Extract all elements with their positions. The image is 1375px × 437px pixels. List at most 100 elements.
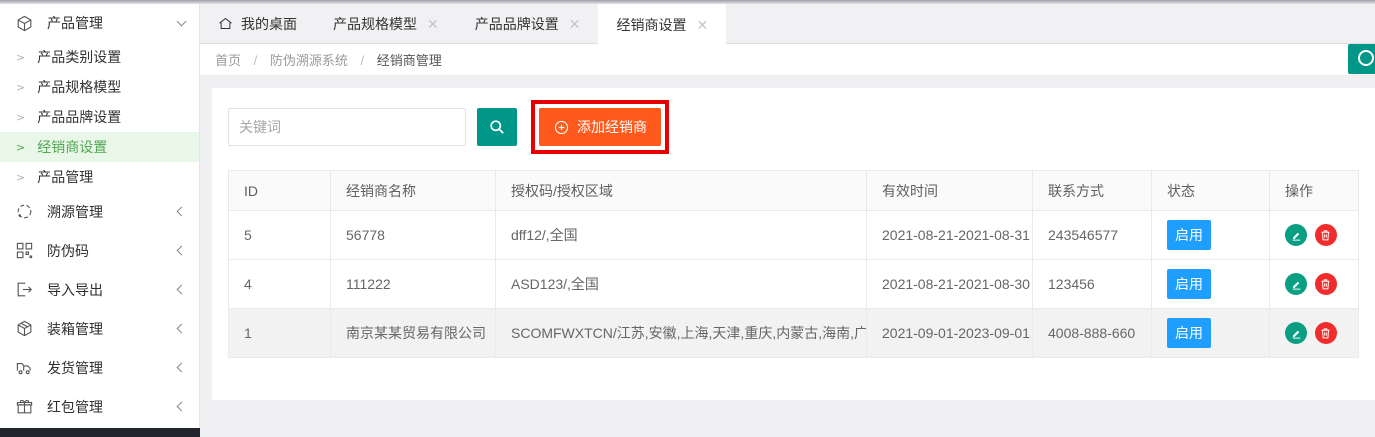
table-header-row: ID 经销商名称 授权码/授权区域 有效时间 联系方式 状态 操作 [229, 171, 1359, 211]
sidebar-subitem-label: 产品类别设置 [37, 47, 121, 67]
cell-dealer-name: 南京某某贸易有限公司 [331, 309, 496, 358]
sidebar-item-label: 导入导出 [47, 280, 178, 300]
sidebar-item-product-spec[interactable]: > 产品规格模型 [0, 72, 199, 102]
import-export-icon [14, 280, 34, 300]
cell-contact: 123456 [1033, 260, 1152, 309]
pencil-icon [1290, 278, 1303, 291]
close-icon[interactable]: ✕ [427, 17, 439, 31]
collapse-circle-button[interactable] [1348, 44, 1375, 74]
sidebar-item-redpacket-management[interactable]: 红包管理 [0, 387, 199, 426]
tab-label: 我的桌面 [241, 14, 297, 34]
gift-icon [14, 397, 34, 417]
search-input[interactable] [228, 108, 466, 146]
status-enable-button[interactable]: 启用 [1167, 269, 1211, 299]
breadcrumb-current: 经销商管理 [377, 53, 442, 68]
tab-my-desktop[interactable]: 我的桌面 [200, 4, 315, 43]
plus-circle-icon [553, 119, 570, 136]
package-icon [14, 13, 34, 33]
chevron-right-icon: > [16, 111, 25, 124]
table-row: 5 56778 dff12/,全国 2021-08-21-2021-08-31 … [229, 211, 1359, 260]
tab-product-brand[interactable]: 产品品牌设置 ✕ [457, 4, 599, 43]
pencil-icon [1290, 327, 1303, 340]
cell-auth: ASD123/,全国 [496, 260, 867, 309]
sidebar-subitem-label: 产品规格模型 [37, 77, 121, 97]
chevron-right-icon: > [16, 141, 25, 154]
breadcrumb-home[interactable]: 首页 [215, 53, 241, 68]
chevron-down-icon [177, 17, 187, 27]
chevron-left-icon [177, 207, 187, 217]
add-dealer-button[interactable]: 添加经销商 [539, 108, 661, 146]
sidebar-bottom-bar [0, 428, 200, 437]
circle-icon [1358, 50, 1374, 66]
sidebar-item-trace-management[interactable]: 溯源管理 [0, 192, 199, 231]
content-panel: 添加经销商 ID 经销商名称 授权码/授权区域 有效时间 联系方式 状态 操作 … [212, 88, 1375, 400]
search-button[interactable] [477, 108, 517, 146]
chevron-right-icon: > [16, 51, 25, 64]
trash-icon [1319, 229, 1332, 242]
search-icon [487, 117, 507, 137]
cell-valid: 2021-08-21-2021-08-31 [867, 211, 1033, 260]
col-dealer-name: 经销商名称 [331, 171, 496, 211]
sidebar-item-packing-management[interactable]: 装箱管理 [0, 309, 199, 348]
cell-id: 4 [229, 260, 331, 309]
sidebar: 产品管理 > 产品类别设置 > 产品规格模型 > 产品品牌设置 > 经销商设置 … [0, 4, 200, 428]
dealer-table: ID 经销商名称 授权码/授权区域 有效时间 联系方式 状态 操作 5 5677… [228, 170, 1359, 358]
col-valid-time: 有效时间 [867, 171, 1033, 211]
delete-button[interactable] [1315, 322, 1337, 344]
col-actions: 操作 [1270, 171, 1359, 211]
pencil-icon [1290, 229, 1303, 242]
chevron-left-icon [177, 402, 187, 412]
chevron-left-icon [177, 324, 187, 334]
tab-label: 产品品牌设置 [475, 14, 559, 34]
close-icon[interactable]: ✕ [696, 18, 708, 32]
edit-button[interactable] [1285, 322, 1307, 344]
cell-contact: 4008-888-660 [1033, 309, 1152, 358]
edit-button[interactable] [1285, 273, 1307, 295]
table-row: 1 南京某某贸易有限公司 SCOMFWXTCN/江苏,安徽,上海,天津,重庆,内… [229, 309, 1359, 358]
sidebar-subitem-label: 产品品牌设置 [37, 107, 121, 127]
sidebar-item-label: 产品管理 [47, 13, 178, 33]
cell-id: 5 [229, 211, 331, 260]
toolbar: 添加经销商 [228, 100, 1359, 154]
home-icon [218, 16, 233, 31]
sidebar-item-import-export[interactable]: 导入导出 [0, 270, 199, 309]
sidebar-item-anticounterfeit-code[interactable]: 防伪码 [0, 231, 199, 270]
col-id: ID [229, 171, 331, 211]
cell-auth: SCOMFWXTCN/江苏,安徽,上海,天津,重庆,内蒙古,海南,广东 [496, 309, 867, 358]
sidebar-subitem-label: 产品管理 [37, 167, 93, 187]
delete-button[interactable] [1315, 224, 1337, 246]
chevron-left-icon [177, 246, 187, 256]
status-enable-button[interactable]: 启用 [1167, 220, 1211, 250]
cell-valid: 2021-09-01-2023-09-01 [867, 309, 1033, 358]
box-icon [14, 319, 34, 339]
breadcrumb-system[interactable]: 防伪溯源系统 [270, 53, 348, 68]
col-contact: 联系方式 [1033, 171, 1152, 211]
sidebar-subitem-label: 经销商设置 [37, 137, 107, 157]
sidebar-item-label: 防伪码 [47, 241, 178, 261]
sidebar-item-product-manage[interactable]: > 产品管理 [0, 162, 199, 192]
tab-dealer-settings[interactable]: 经销商设置 ✕ [598, 4, 726, 45]
sidebar-item-dealer-settings[interactable]: > 经销商设置 [0, 132, 199, 162]
sidebar-item-product-management[interactable]: 产品管理 [0, 4, 199, 42]
breadcrumb-separator: / [254, 53, 258, 68]
sidebar-item-label: 装箱管理 [47, 319, 178, 339]
status-enable-button[interactable]: 启用 [1167, 318, 1211, 348]
cell-dealer-name: 56778 [331, 211, 496, 260]
sidebar-item-product-brand[interactable]: > 产品品牌设置 [0, 102, 199, 132]
edit-button[interactable] [1285, 224, 1307, 246]
table-row: 4 111222 ASD123/,全国 2021-08-21-2021-08-3… [229, 260, 1359, 309]
close-icon[interactable]: ✕ [569, 17, 581, 31]
cell-auth: dff12/,全国 [496, 211, 867, 260]
tab-product-spec[interactable]: 产品规格模型 ✕ [315, 4, 457, 43]
cell-contact: 243546577 [1033, 211, 1152, 260]
chevron-left-icon [177, 285, 187, 295]
qrcode-icon [14, 241, 34, 261]
annotation-highlight-box: 添加经销商 [531, 100, 669, 154]
sidebar-item-shipping-management[interactable]: 发货管理 [0, 348, 199, 387]
chevron-right-icon: > [16, 171, 25, 184]
breadcrumb-separator: / [361, 53, 365, 68]
cell-valid: 2021-08-21-2021-08-30 [867, 260, 1033, 309]
breadcrumb: 首页 / 防伪溯源系统 / 经销商管理 [200, 44, 1375, 76]
sidebar-item-product-category[interactable]: > 产品类别设置 [0, 42, 199, 72]
delete-button[interactable] [1315, 273, 1337, 295]
